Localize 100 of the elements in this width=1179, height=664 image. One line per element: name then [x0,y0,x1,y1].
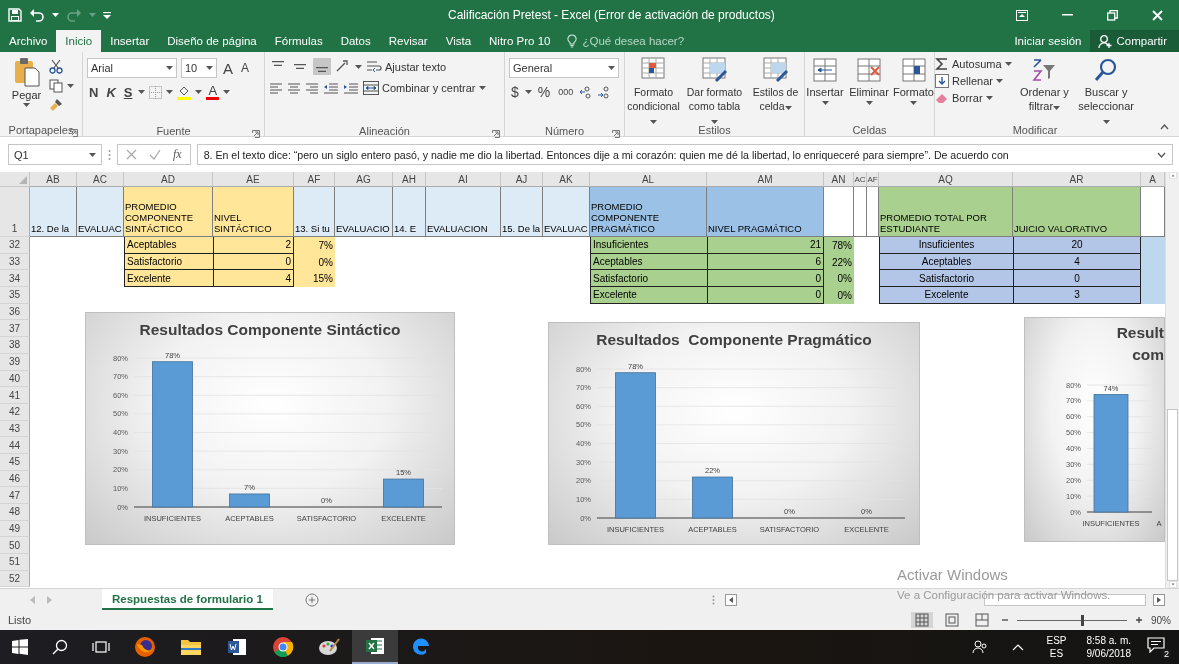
column-header[interactable]: AR [1013,172,1141,187]
align-center-icon[interactable] [287,82,301,94]
column-header[interactable]: AB [30,172,77,187]
vertical-scrollbar[interactable] [1165,172,1179,588]
column-header[interactable]: AN [824,172,854,187]
clock[interactable]: 8:58 a. m. 9/06/2018 [1086,634,1131,660]
bar[interactable] [692,476,733,519]
conditional-format-button[interactable]: Formato condicional [625,57,682,124]
fill-color-icon[interactable] [177,84,192,100]
font-name-field[interactable]: Arial [87,58,177,78]
find-select-button[interactable]: Buscar y seleccionar [1077,57,1135,124]
expand-icon[interactable] [1157,151,1166,158]
ribbon-tab[interactable]: Nitro Pro 10 [480,30,560,52]
collapse-ribbon-icon[interactable] [1160,124,1169,130]
close-icon[interactable] [1152,9,1163,21]
thousands-button[interactable]: 000 [556,87,576,97]
insert-cells-button[interactable]: Insertar [805,57,845,105]
paste-button[interactable]: Pegar [8,57,45,107]
wrap-text-button[interactable]: Ajustar texto [366,59,447,74]
column-header[interactable]: AC [854,172,867,187]
format-cells-button[interactable]: Formato [893,57,934,105]
row-header[interactable]: 37 [0,320,30,338]
sheet-tab[interactable]: Respuestas de formulario 1 [102,589,273,610]
fill-button[interactable]: Rellenar [935,74,1003,88]
ribbon-tab[interactable]: Vista [436,30,481,52]
column-header[interactable]: AL [590,172,707,187]
delete-cells-button[interactable]: Eliminar [849,57,890,105]
align-left-icon[interactable] [269,82,283,94]
scroll-left-icon[interactable] [725,593,737,606]
column-header[interactable]: AD [124,172,213,187]
sort-filter-button[interactable]: Ordenar y filtrar [1015,57,1074,113]
caret-icon[interactable] [52,12,59,18]
format-painter-icon[interactable] [48,98,63,112]
tell-me-search[interactable]: ¿Qué desea hacer? [559,30,693,52]
caret-icon[interactable] [223,90,231,94]
autosum-button[interactable]: Autosuma [935,57,1012,71]
language-indicator[interactable]: ESP ES [1046,634,1067,660]
caret-icon[interactable] [524,90,532,94]
add-sheet-icon[interactable] [304,592,319,607]
people-icon[interactable] [972,640,989,654]
column-header[interactable]: AH [393,172,426,187]
caret-icon[interactable] [195,90,203,94]
ribbon-tab[interactable]: Inicio [56,30,102,52]
row-header[interactable]: 32 [0,237,30,254]
decrease-decimal-icon[interactable] [597,85,612,99]
caret-icon[interactable] [66,84,74,88]
ribbon-display-icon[interactable] [1016,9,1028,21]
increase-font-button[interactable]: A [221,59,235,77]
windows-logo-icon[interactable] [12,639,28,655]
increase-indent-icon[interactable] [343,82,359,94]
row-header[interactable]: 47 [0,487,30,504]
row-header[interactable]: 35 [0,287,30,304]
chevron-up-icon[interactable] [1012,643,1025,651]
row-header[interactable]: 38 [0,337,30,354]
row-header[interactable]: 51 [0,554,30,571]
bold-button[interactable]: N [87,84,101,100]
column-header[interactable]: AE [213,172,294,187]
row-header[interactable]: 34 [0,270,30,288]
row-header[interactable]: 50 [0,537,30,555]
ribbon-tab[interactable]: Diseño de página [158,30,266,52]
dialog-launcher-icon[interactable] [612,130,620,138]
column-header[interactable]: A [1141,172,1165,187]
column-header[interactable]: AF [867,172,879,187]
insert-function-button[interactable]: fx [173,147,182,162]
ribbon-tab[interactable]: Archivo [0,30,57,52]
format-table-button[interactable]: Dar formato como tabla [686,57,743,124]
clear-button[interactable]: Borrar [935,91,993,105]
column-header[interactable]: AQ [879,172,1013,187]
decrease-indent-icon[interactable] [323,82,339,94]
scissors-icon[interactable] [48,59,63,74]
zoom-level[interactable]: 90% [1151,614,1171,626]
caret-icon[interactable] [166,90,174,94]
scroll-thumb[interactable] [1167,409,1178,581]
cell-styles-button[interactable]: Estilos de celda [747,57,804,113]
row-header[interactable]: 1 [0,187,30,237]
column-header[interactable]: AM [707,172,824,187]
merge-center-button[interactable]: Combinar y centrar [363,81,486,95]
percent-button[interactable]: % [535,84,553,100]
column-header[interactable]: AF [294,172,335,187]
caret-icon[interactable] [138,90,146,94]
decrease-font-button[interactable]: A [239,61,252,75]
column-header[interactable]: AI [426,172,501,187]
restore-icon[interactable] [1107,9,1118,21]
splitter-icon[interactable] [712,594,715,605]
taskbar-app-button[interactable] [352,630,398,664]
font-size-field[interactable]: 10 [181,58,217,78]
text-orientation-icon[interactable] [335,60,351,73]
customize-toolbar-icon[interactable] [103,11,111,19]
cancel-icon[interactable] [126,149,137,160]
row-header[interactable]: 44 [0,437,30,454]
share-button[interactable]: Compartir [1089,30,1179,52]
column-header[interactable]: AG [335,172,393,187]
search-icon[interactable] [52,639,68,655]
dialog-launcher-icon[interactable] [492,130,500,138]
column-header[interactable]: AC [77,172,124,187]
zoom-thumb[interactable] [1081,614,1085,626]
column-header[interactable]: AK [543,172,590,187]
check-icon[interactable] [149,149,161,160]
row-header[interactable]: 41 [0,387,30,404]
underline-button[interactable]: S [121,84,135,100]
